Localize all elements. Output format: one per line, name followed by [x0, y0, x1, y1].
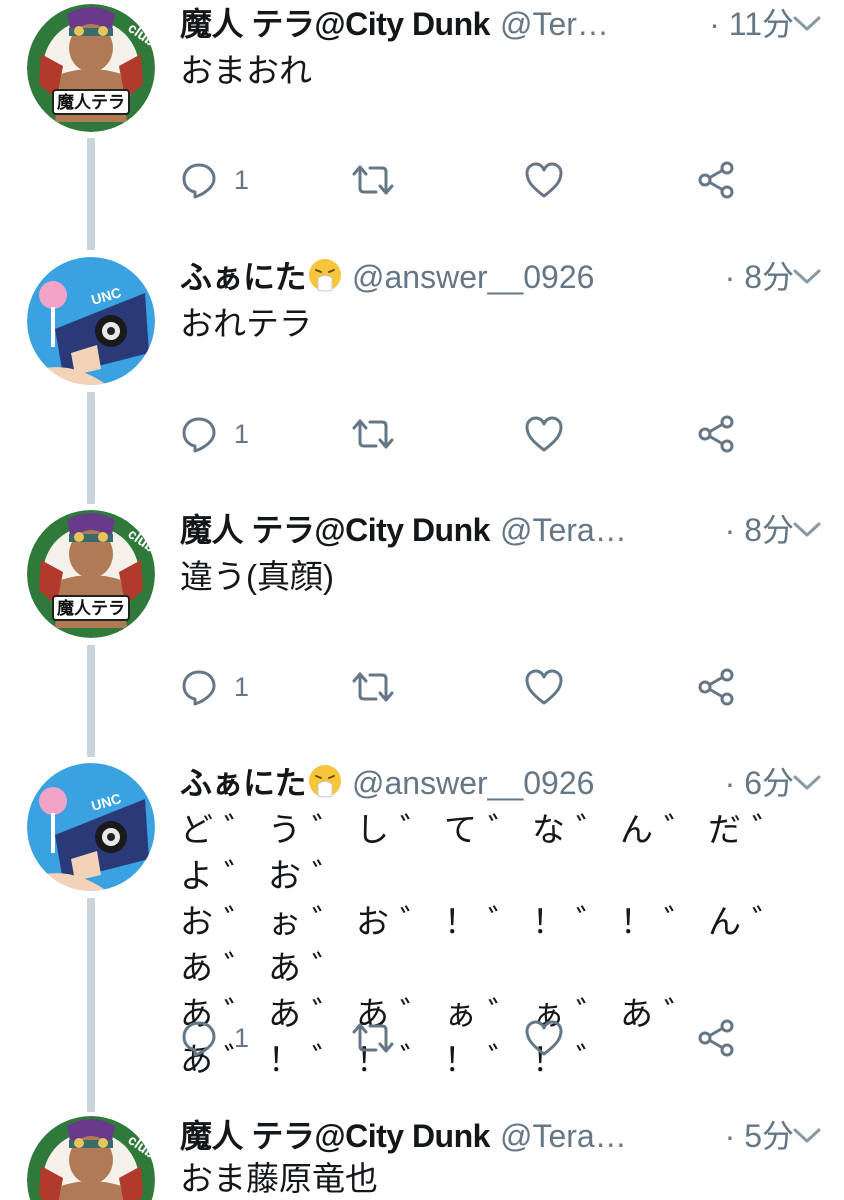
user-handle[interactable]: @Tera… — [500, 508, 627, 552]
tweet-header: 魔人 テラ@City Dunk @Tera… · 8分 — [180, 508, 794, 552]
user-handle[interactable]: @Tera… — [500, 1114, 627, 1158]
avatar[interactable]: clubte — [27, 1116, 155, 1200]
retweet-button[interactable] — [352, 1018, 394, 1058]
timestamp[interactable]: · 11分 — [703, 2, 794, 46]
tweet-timeline: clubte 魔人テラ 魔人 テラ@City Dunk @Ter… · 11分 … — [0, 0, 844, 1200]
share-icon — [698, 668, 734, 706]
tweet-text: おれテラ — [180, 301, 804, 347]
user-handle[interactable]: @answer__0926 — [352, 255, 594, 299]
chevron-down-icon[interactable] — [792, 267, 822, 287]
chevron-down-icon[interactable] — [792, 14, 822, 34]
tweet-text-line: おま藤原竜也 — [180, 1160, 378, 1197]
tweet[interactable]: clubte 魔人 テラ@City Dunk @Tera… · 5分 おま藤原竜… — [0, 1112, 844, 1200]
display-name[interactable]: 魔人 テラ@City Dunk — [180, 2, 490, 46]
chevron-down-icon[interactable] — [792, 520, 822, 540]
share-button[interactable] — [696, 1018, 736, 1058]
like-button[interactable] — [524, 160, 564, 200]
avatar[interactable]: clubte 魔人テラ — [27, 4, 155, 132]
timestamp[interactable]: · 6分 — [719, 761, 794, 805]
tweet-header: 魔人 テラ@City Dunk @Tera… · 5分 — [180, 1114, 794, 1158]
avatar[interactable]: UNC — [27, 763, 155, 891]
display-name[interactable]: 魔人 テラ@City Dunk — [180, 1114, 490, 1158]
retweet-button[interactable] — [352, 667, 394, 707]
tweet[interactable]: UNC ふぁにた @answer__0926 · 8分 おれテラ 1 — [0, 253, 844, 503]
tweet-text-line: おれテラ — [180, 305, 312, 342]
share-icon — [698, 161, 734, 199]
avatar[interactable]: clubte 魔人テラ — [27, 510, 155, 638]
like-icon — [525, 416, 563, 452]
timestamp[interactable]: · 8分 — [719, 255, 794, 299]
like-button[interactable] — [524, 667, 564, 707]
reply-button[interactable]: 1 — [180, 1018, 249, 1058]
tweet-text-line: おまおれ — [180, 52, 312, 89]
like-icon — [525, 669, 563, 705]
tweet[interactable]: UNC ふぁにた @answer__0926 · 6分 ど゛う゛し゛て゛な゛ん゛… — [0, 759, 844, 1109]
tweet-text-line: ど゛う゛し゛て゛な゛ん゛だ゛よ゛お゛ — [180, 811, 796, 894]
user-handle[interactable]: @answer__0926 — [352, 761, 594, 805]
tweet-text: おまおれ — [180, 48, 804, 94]
tweet-header: ふぁにた @answer__0926 · 8分 — [180, 255, 794, 299]
like-button[interactable] — [524, 414, 564, 454]
tweet-text-line: お゛ぉ゛お゛！゛！゛！゛ん゛あ゛あ゛ — [180, 903, 796, 986]
tweet-text-line: 違う(真顔) — [180, 558, 334, 595]
retweet-icon — [352, 672, 394, 702]
reply-count: 1 — [234, 1022, 250, 1053]
display-name[interactable]: ふぁにた — [180, 255, 342, 299]
user-handle[interactable]: @Ter… — [500, 2, 609, 46]
tweet-actions: 1 — [180, 160, 740, 200]
like-icon — [525, 1020, 563, 1056]
sneezing-face-emoji — [309, 765, 342, 798]
share-button[interactable] — [696, 667, 736, 707]
display-name[interactable]: 魔人 テラ@City Dunk — [180, 508, 490, 552]
reply-button[interactable]: 1 — [180, 414, 249, 454]
reply-icon — [182, 670, 216, 706]
tweet-header: ふぁにた @answer__0926 · 6分 — [180, 761, 794, 805]
reply-count: 1 — [234, 418, 250, 449]
share-button[interactable] — [696, 414, 736, 454]
reply-button[interactable]: 1 — [180, 667, 249, 707]
reply-button[interactable]: 1 — [180, 160, 249, 200]
chevron-down-icon[interactable] — [792, 773, 822, 793]
reply-count: 1 — [234, 671, 250, 702]
tweet-actions: 1 — [180, 1018, 740, 1058]
avatar[interactable]: UNC — [27, 257, 155, 385]
svg-text:魔人テラ: 魔人テラ — [57, 92, 125, 113]
share-button[interactable] — [696, 160, 736, 200]
like-button[interactable] — [524, 1018, 564, 1058]
timestamp[interactable]: · 5分 — [719, 1114, 794, 1158]
tweet[interactable]: clubte 魔人テラ 魔人 テラ@City Dunk @Tera… · 8分 … — [0, 506, 844, 756]
share-icon — [698, 1019, 734, 1057]
display-name[interactable]: ふぁにた — [180, 761, 342, 805]
share-icon — [698, 415, 734, 453]
tweet-actions: 1 — [180, 414, 740, 454]
retweet-button[interactable] — [352, 160, 394, 200]
reply-icon — [182, 163, 216, 199]
retweet-icon — [352, 1023, 394, 1053]
chevron-down-icon[interactable] — [792, 1126, 822, 1146]
sneezing-face-emoji — [309, 259, 342, 292]
retweet-icon — [352, 419, 394, 449]
svg-text:魔人テラ: 魔人テラ — [57, 598, 125, 619]
reply-icon — [182, 1021, 216, 1057]
retweet-icon — [352, 165, 394, 195]
reply-count: 1 — [234, 164, 250, 195]
tweet-header: 魔人 テラ@City Dunk @Ter… · 11分 — [180, 2, 794, 46]
retweet-button[interactable] — [352, 414, 394, 454]
tweet-text: 違う(真顔) — [180, 554, 804, 600]
tweet[interactable]: clubte 魔人テラ 魔人 テラ@City Dunk @Ter… · 11分 … — [0, 0, 844, 250]
tweet-actions: 1 — [180, 667, 740, 707]
timestamp[interactable]: · 8分 — [719, 508, 794, 552]
like-icon — [525, 162, 563, 198]
reply-icon — [182, 417, 216, 453]
tweet-text: おま藤原竜也 — [180, 1156, 804, 1200]
